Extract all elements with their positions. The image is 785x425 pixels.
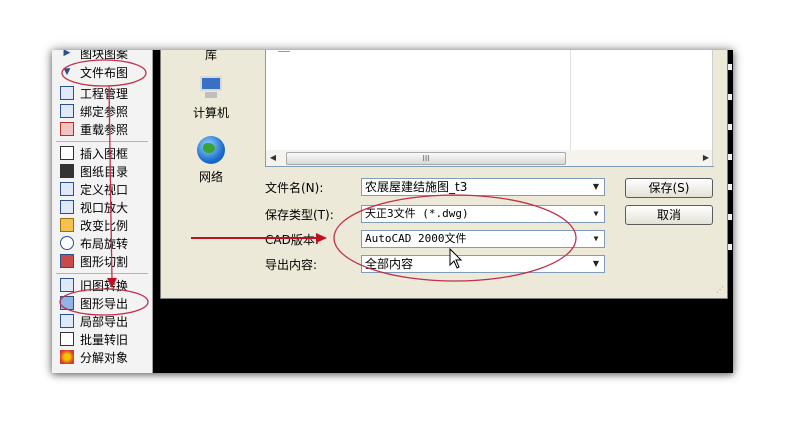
filename-input[interactable]: 农展屋建结施图_t3 ▼ [361, 178, 605, 196]
menu-separator [56, 141, 148, 142]
computer-icon [196, 76, 226, 100]
menu-item-file-layout[interactable]: ▼ 文件布图 [60, 63, 150, 81]
chevron-down-icon[interactable]: ▼ [589, 180, 603, 194]
scroll-right-icon[interactable]: ▶ [699, 151, 713, 165]
cad-version-select[interactable]: AutoCAD 2000文件 ▼ [361, 230, 605, 248]
save-button[interactable]: 保存(S) [625, 178, 713, 198]
places-bar: 库 计算机 网络 [166, 50, 256, 184]
triangle-expanded-icon: ▼ [63, 67, 71, 77]
place-network[interactable]: 网络 [166, 136, 256, 185]
menu-item-zoom-viewport[interactable]: 视口放大 [60, 198, 150, 216]
menu-item-insert-frame[interactable]: 插入图框 [60, 144, 150, 162]
filename-label: 文件名(N): [265, 180, 324, 195]
place-computer[interactable]: 计算机 [166, 76, 256, 121]
network-icon [197, 136, 225, 164]
bind-xref-icon [60, 104, 74, 118]
reload-xref-icon [60, 122, 74, 136]
partial-export-icon [60, 314, 74, 328]
menu-item-reload-xref[interactable]: 重载参照 [60, 120, 150, 138]
triangle-collapsed-icon: ▶ [63, 50, 71, 58]
canvas-edge [728, 50, 733, 280]
scroll-thumb[interactable]: III [286, 152, 566, 165]
cancel-button[interactable]: 取消 [625, 205, 713, 225]
cut-drawing-icon [60, 254, 74, 268]
zoom-viewport-icon [60, 200, 74, 214]
drawing-canvas[interactable] [153, 50, 157, 373]
chevron-down-icon[interactable]: ▼ [589, 207, 603, 221]
menu-item-cut-drawing[interactable]: 图形切割 [60, 252, 150, 270]
scroll-left-icon[interactable]: ◀ [266, 151, 280, 165]
define-viewport-icon [60, 182, 74, 196]
export-drawing-icon [60, 296, 74, 310]
rotate-layout-icon [60, 236, 74, 250]
change-scale-icon [60, 218, 74, 232]
insert-frame-icon [60, 146, 74, 160]
mouse-cursor-icon [449, 248, 463, 269]
menu-separator [56, 273, 148, 274]
batch-convert-icon [60, 332, 74, 346]
resize-grip-icon[interactable]: ⋰ [714, 285, 724, 295]
place-library[interactable]: 库 [166, 50, 256, 63]
menu-item-partial-export[interactable]: 局部导出 [60, 312, 150, 330]
drawing-list-icon [60, 164, 74, 178]
chevron-down-icon[interactable]: ▼ [589, 232, 603, 246]
menu-item-batch-convert[interactable]: 批量转旧 [60, 330, 150, 348]
menu-item-convert-old[interactable]: 旧图转换 [60, 276, 150, 294]
menu-item-change-scale[interactable]: 改变比例 [60, 216, 150, 234]
vertical-scrollbar[interactable] [712, 50, 723, 166]
export-content-select[interactable]: 全部内容 ▼ [361, 255, 605, 273]
menu-item-drawing-list[interactable]: 图纸目录 [60, 162, 150, 180]
menu-item-bind-xref[interactable]: 绑定参照 [60, 102, 150, 120]
menu-item-explode-object[interactable]: 分解对象 [60, 348, 150, 366]
save-type-label: 保存类型(T): [265, 207, 334, 222]
menu-item-block-pattern[interactable]: ▶ 图块图案 [60, 50, 150, 62]
explode-object-icon [60, 350, 74, 364]
save-dialog: 库 计算机 网络 ◀ III ▶ 文件名(N): 农展屋建结施图_t3 ▼ 保存… [160, 50, 728, 299]
menu-item-define-viewport[interactable]: 定义视口 [60, 180, 150, 198]
export-content-label: 导出内容: [265, 257, 318, 272]
chevron-down-icon[interactable]: ▼ [589, 257, 603, 271]
convert-old-icon [60, 278, 74, 292]
cad-version-label: CAD版本: [265, 232, 319, 247]
project-icon [60, 86, 74, 100]
tool-menu: ▶ 图块图案 ▼ 文件布图 工程管理 绑定参照 重载参照 插入图框 图纸目录 定… [52, 50, 153, 373]
menu-item-export-drawing[interactable]: 图形导出 [60, 294, 150, 312]
file-list[interactable] [265, 50, 714, 151]
horizontal-scrollbar[interactable]: ◀ III ▶ [265, 150, 714, 167]
cad-window: ▶ 图块图案 ▼ 文件布图 工程管理 绑定参照 重载参照 插入图框 图纸目录 定… [52, 50, 733, 373]
menu-item-rotate-layout[interactable]: 布局旋转 [60, 234, 150, 252]
menu-item-project-management[interactable]: 工程管理 [60, 84, 150, 102]
save-type-select[interactable]: 天正3文件 (*.dwg) ▼ [361, 205, 605, 223]
